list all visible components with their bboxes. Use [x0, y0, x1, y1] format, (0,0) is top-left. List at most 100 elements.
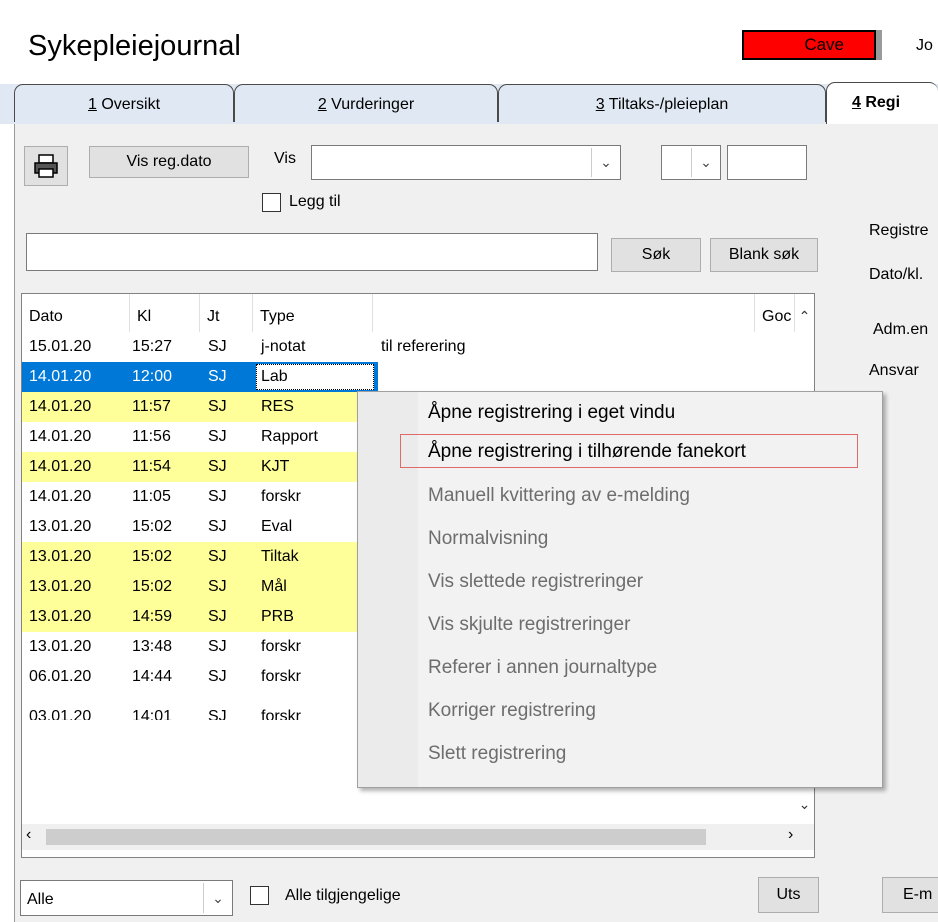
scrollbar-thumb[interactable]	[46, 829, 706, 845]
print-button[interactable]	[24, 146, 68, 186]
e-melding-button[interactable]: E-m	[882, 877, 938, 913]
vis-dropdown[interactable]: ⌄	[311, 145, 621, 180]
menu-item-open-in-window[interactable]: Åpne registrering i eget vindu	[428, 402, 675, 424]
scroll-down-icon[interactable]: ⌄	[795, 794, 814, 816]
cell-type: Tiltak	[261, 548, 299, 565]
cave-indicator	[876, 30, 882, 60]
cell-dato: 13.01.20	[29, 578, 92, 595]
cell-jt: SJ	[208, 488, 227, 505]
alle-tilgjengelige-checkbox[interactable]	[250, 886, 269, 905]
cell-dato: 13.01.20	[29, 518, 92, 535]
table-row[interactable]: 15.01.20 15:27 SJ j-notat til referering	[22, 332, 814, 362]
menu-item-delete[interactable]: Slett registrering	[428, 743, 566, 765]
cell-type: j-notat	[261, 338, 306, 355]
cell-kl: 11:54	[132, 458, 171, 475]
blank-search-button[interactable]: Blank søk	[710, 238, 818, 272]
cell-dato: 03.01.20	[29, 708, 92, 720]
cell-kl: 15:02	[132, 548, 173, 565]
menu-item-open-in-tab[interactable]: Åpne registrering i tilhørende fanekort	[428, 441, 746, 463]
vis-reg-dato-button[interactable]: Vis reg.dato	[89, 146, 249, 178]
cell-dato: 14.01.20	[29, 368, 92, 385]
cell-jt: SJ	[208, 708, 227, 720]
cell-kl: 13:48	[132, 638, 173, 655]
chevron-down-icon[interactable]: ⌄	[591, 148, 620, 177]
cell-kl: 15:27	[132, 338, 173, 355]
tab-vurderinger-key: 2	[317, 96, 327, 113]
vis-label: Vis	[274, 150, 296, 167]
printer-icon	[34, 154, 58, 178]
tab-oversikt[interactable]: 1 Oversikt	[14, 84, 234, 122]
column-header-type[interactable]: Type	[253, 294, 373, 332]
scroll-up-icon[interactable]: ⌃	[795, 294, 814, 332]
column-header-dato[interactable]: Dato	[22, 294, 130, 332]
cell-dato: 14.01.20	[29, 488, 92, 505]
context-menu: Åpne registrering i eget vindu Åpne regi…	[357, 391, 883, 788]
cell-dato: 13.01.20	[29, 608, 92, 625]
cell-dato: 14.01.20	[29, 428, 92, 445]
horizontal-scrollbar[interactable]: ‹ ›	[22, 824, 814, 850]
cell-dato: 13.01.20	[29, 638, 92, 655]
filter-dropdown-value: Alle	[27, 891, 54, 908]
cell-kl: 15:02	[132, 518, 173, 535]
menu-item-show-hidden[interactable]: Vis skjulte registreringer	[428, 614, 630, 636]
search-button[interactable]: Søk	[611, 238, 701, 272]
cell-jt: SJ	[208, 668, 227, 685]
tab-oversikt-label: Oversikt	[96, 96, 161, 113]
cell-dato: 15.01.20	[29, 338, 92, 355]
ansvarlig-label: Ansvar	[869, 362, 919, 379]
small-text-input[interactable]	[727, 145, 807, 180]
cell-type: forskr	[261, 708, 301, 720]
menu-item-show-deleted[interactable]: Vis slettede registreringer	[428, 571, 643, 593]
cell-jt: SJ	[208, 338, 227, 355]
cell-jt: SJ	[208, 548, 227, 565]
tab-registreringer-label: Regi	[860, 94, 901, 111]
menu-item-correct[interactable]: Korriger registrering	[428, 700, 596, 722]
tab-vurderinger[interactable]: 2 Vurderinger	[234, 84, 498, 122]
uts-button[interactable]: Uts	[758, 877, 819, 913]
cell-kl: 14:59	[132, 608, 173, 625]
cell-jt: SJ	[208, 608, 227, 625]
cell-type: forskr	[261, 488, 301, 505]
column-header-goc[interactable]: Goc	[755, 294, 795, 332]
small-dropdown[interactable]: ⌄	[661, 145, 721, 180]
menu-item-normal-view[interactable]: Normalvisning	[428, 528, 548, 550]
cell-jt: SJ	[208, 368, 227, 385]
tab-registreringer[interactable]: 4 Regi	[826, 82, 938, 124]
cell-kl: 11:05	[132, 488, 171, 505]
menu-item-refer-journal[interactable]: Referer i annen journaltype	[428, 657, 657, 679]
cell-type: Mål	[261, 578, 287, 595]
registrert-label: Registre	[869, 222, 929, 239]
legg-til-label: Legg til	[289, 193, 341, 210]
cell-type: Lab	[261, 368, 288, 385]
scroll-left-icon[interactable]: ‹	[26, 826, 31, 844]
cell-type: forskr	[261, 638, 301, 655]
tab-registreringer-key: 4	[852, 94, 861, 111]
filter-dropdown[interactable]: Alle ⌄	[20, 880, 233, 916]
cell-kl: 11:56	[132, 428, 171, 445]
cell-type: PRB	[261, 608, 294, 625]
menu-item-manual-receipt[interactable]: Manuell kvittering av e-melding	[428, 485, 690, 507]
legg-til-checkbox[interactable]	[262, 193, 281, 212]
tab-tiltaksplan[interactable]: 3 Tiltaks-/pleieplan	[498, 84, 826, 122]
column-header-jt[interactable]: Jt	[200, 294, 253, 332]
dato-kl-label: Dato/kl.	[869, 266, 924, 283]
cell-jt: SJ	[208, 458, 227, 475]
cell-dato: 14.01.20	[29, 398, 92, 415]
chevron-down-icon[interactable]: ⌄	[203, 883, 232, 913]
scroll-right-icon[interactable]: ›	[788, 826, 793, 844]
cell-type: Rapport	[261, 428, 318, 445]
cave-button[interactable]: Cave	[742, 30, 876, 60]
table-row[interactable]: 14.01.20 12:00 SJ Lab	[22, 362, 378, 392]
cell-type: forskr	[261, 668, 301, 685]
cell-kl: 14:01	[132, 708, 173, 720]
cell-kl: 14:44	[132, 668, 173, 685]
search-input[interactable]	[26, 233, 598, 271]
cell-dato: 13.01.20	[29, 548, 92, 565]
tab-oversikt-key: 1	[87, 96, 97, 113]
tab-vurderinger-label: Vurderinger	[326, 96, 415, 113]
column-header-description[interactable]	[373, 294, 755, 332]
cell-jt: SJ	[208, 398, 227, 415]
chevron-down-icon[interactable]: ⌄	[691, 148, 720, 177]
column-header-kl[interactable]: Kl	[130, 294, 200, 332]
cell-jt: SJ	[208, 518, 227, 535]
